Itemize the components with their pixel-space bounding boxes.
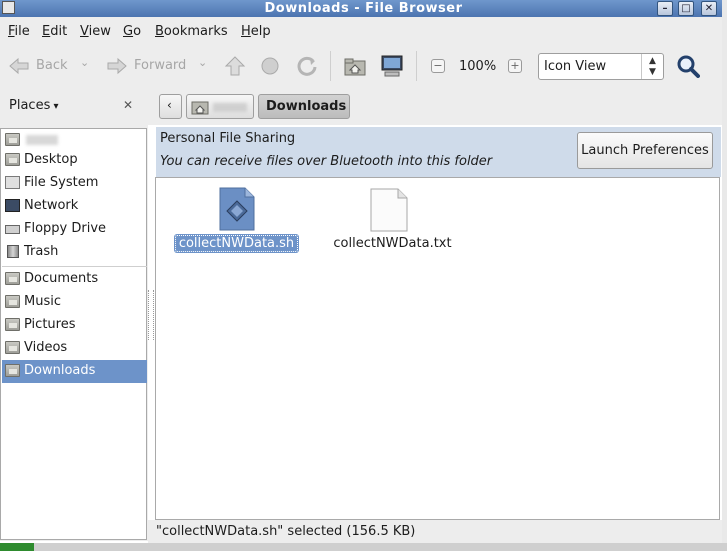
view-mode-value: Icon View [544,59,607,74]
close-sidebar-icon[interactable]: ✕ [123,98,133,112]
forward-label: Forward [134,58,187,73]
maximize-icon[interactable]: □ [678,1,694,16]
title-bar[interactable]: Downloads - File Browser – □ ✕ [0,0,727,17]
computer-icon[interactable] [380,54,404,78]
sidebar-item-network[interactable]: Network [2,195,147,218]
back-label: Back [36,58,68,73]
sidebar-item-label: Downloads [24,363,96,378]
pictures-folder-icon [5,318,20,331]
close-icon[interactable]: ✕ [701,1,717,16]
menu-go[interactable]: Go [123,17,141,44]
path-current-crumb[interactable]: Downloads [258,94,350,119]
menu-help[interactable]: Help [241,17,271,44]
window-title: Downloads - File Browser [264,1,463,16]
status-bar: "collectNWData.sh" selected (156.5 KB) [148,520,727,543]
sidebar-item-floppy-drive[interactable]: Floppy Drive [2,218,147,241]
home-folder-icon [5,133,20,146]
home-icon[interactable] [343,55,367,77]
toolbar-separator [416,51,417,81]
sidebar-item-trash[interactable]: Trash [2,241,147,264]
forward-history-chevron-icon[interactable]: ⌄ [198,56,207,69]
desktop-folder-icon [5,153,20,166]
reload-icon[interactable] [296,55,318,77]
search-icon[interactable] [676,54,700,78]
home-folder-icon [191,101,209,115]
status-text: "collectNWData.sh" selected (156.5 KB) [156,524,416,539]
videos-folder-icon [5,341,20,354]
forward-arrow-icon [107,57,127,75]
sidebar-item-label: Desktop [24,152,78,167]
sidebar-separator [2,266,147,267]
menu-bookmarks[interactable]: Bookmarks [155,17,228,44]
zoom-level: 100% [459,59,497,74]
stop-icon[interactable] [260,56,280,76]
documents-folder-icon [5,272,20,285]
file-name: collectNWData.sh [169,234,304,253]
home-crumb-label-blurred [213,103,247,112]
zoom-in-icon[interactable]: + [508,59,522,73]
sidebar-item-label: Pictures [24,317,76,332]
pane-resize-handle[interactable] [148,290,154,340]
back-arrow-icon [9,57,29,75]
info-bar-title: Personal File Sharing [160,131,296,146]
forward-button[interactable]: Forward ⌄ [106,56,216,76]
trash-icon [7,245,19,258]
places-label: Places [9,98,51,113]
sidebar-item-label: Trash [24,244,59,259]
sidebar-item-label: Videos [24,340,68,355]
path-home-crumb[interactable] [186,94,254,119]
sidebar-item-label-blurred [26,135,58,145]
sidebar-item-label: Music [24,294,61,309]
window-border [722,0,727,543]
sidebar-item-documents[interactable]: Documents [2,268,147,291]
minimize-icon[interactable]: – [657,1,673,16]
network-icon [5,199,20,212]
sidebar-item-music[interactable]: Music [2,291,147,314]
music-folder-icon [5,295,20,308]
sidebar-item-label: Floppy Drive [24,221,107,236]
sidebar-item-desktop[interactable]: Desktop [2,149,147,172]
text-file-icon [370,188,408,232]
sidebar-item-pictures[interactable]: Pictures [2,314,147,337]
script-file-icon [219,187,255,231]
launch-preferences-button[interactable]: Launch Preferences [577,132,713,169]
sidebar-item-file-system[interactable]: File System [2,172,147,195]
file-item[interactable]: collectNWData.txt [325,187,460,257]
path-back-button[interactable]: ‹ [159,94,182,119]
sidebar-item-label: Documents [24,271,99,286]
filesystem-icon [5,176,20,189]
menu-bar: File Edit View Go Bookmarks Help [0,17,727,44]
info-bar-message: You can receive files over Bluetooth int… [160,154,493,169]
file-item[interactable]: collectNWData.sh [169,187,304,257]
places-dropdown[interactable]: Places ▾ [9,98,59,113]
zoom-out-icon[interactable]: − [431,59,445,73]
sidebar-item-label: Network [24,198,79,213]
places-list: Desktop File System Network Floppy Drive… [0,128,147,540]
menu-edit[interactable]: Edit [42,17,67,44]
chevron-left-icon: ‹ [167,98,172,112]
desktop-panel [0,543,727,551]
desktop-panel-launcher[interactable] [0,543,34,551]
file-name: collectNWData.txt [333,236,452,251]
menu-file[interactable]: File [8,17,30,44]
view-mode-select[interactable]: Icon View ▲ ▼ [538,53,664,80]
back-history-chevron-icon[interactable]: ⌄ [80,56,89,69]
back-button[interactable]: Back ⌄ [8,56,100,76]
chevron-down-icon: ▾ [50,101,59,112]
current-folder-label: Downloads [266,99,347,114]
toolbar-separator [330,51,331,81]
floppy-icon [5,225,20,234]
downloads-folder-icon [5,364,20,377]
sidebar-item-label: File System [24,175,99,190]
chevron-updown-icon: ▲ ▼ [641,54,663,79]
sidebar-item-videos[interactable]: Videos [2,337,147,360]
menu-view[interactable]: View [80,17,111,44]
up-icon[interactable] [224,55,246,77]
sidebar-item-downloads[interactable]: Downloads [2,360,147,383]
